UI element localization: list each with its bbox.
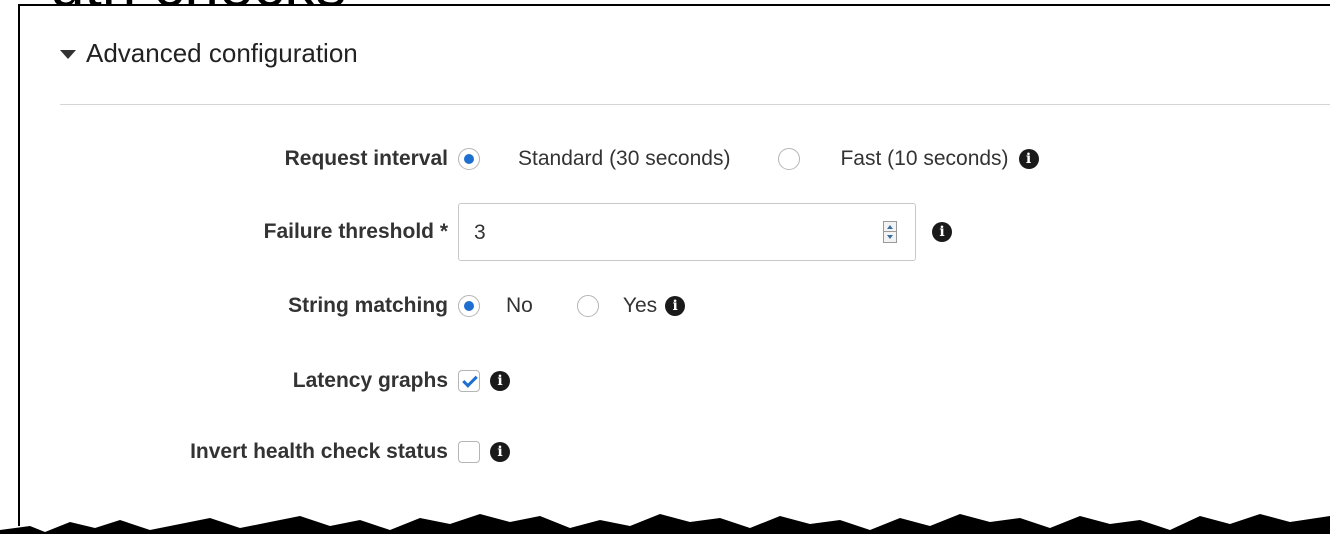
- failure-threshold-value[interactable]: 3: [474, 204, 486, 262]
- latency-graphs-checkbox[interactable]: [458, 370, 480, 392]
- latency-graphs-label: Latency graphs: [292, 369, 448, 392]
- radio-no[interactable]: [458, 295, 480, 317]
- number-spinner[interactable]: [883, 221, 897, 243]
- radio-fast-label[interactable]: Fast (10 seconds): [840, 147, 1008, 171]
- request-interval-label: Request interval: [284, 147, 448, 170]
- string-matching-controls: No Yes i: [458, 286, 686, 326]
- radio-standard-label[interactable]: Standard (30 seconds): [518, 147, 730, 171]
- radio-standard[interactable]: [458, 148, 480, 170]
- screenshot-stage: gth checks Advanced configuration Reques…: [0, 0, 1330, 534]
- invert-status-controls: i: [458, 432, 510, 472]
- latency-graphs-row: Latency graphs i: [20, 361, 1330, 401]
- torn-edge-decoration: [0, 514, 1330, 534]
- invert-status-label: Invert health check status: [190, 440, 448, 463]
- failure-threshold-controls: 3 i: [458, 202, 952, 262]
- string-matching-row: String matching No Yes i: [20, 286, 1330, 326]
- info-icon[interactable]: i: [490, 442, 510, 462]
- spinner-down-icon[interactable]: [887, 235, 893, 239]
- info-icon[interactable]: i: [1018, 149, 1039, 169]
- radio-no-label[interactable]: No: [506, 294, 533, 318]
- spinner-divider: [884, 231, 896, 232]
- advanced-configuration-panel: Advanced configuration Request interval …: [18, 4, 1330, 526]
- panel-title: Advanced configuration: [86, 38, 358, 68]
- caret-down-icon: [60, 50, 76, 59]
- invert-status-checkbox[interactable]: [458, 441, 480, 463]
- spinner-up-icon[interactable]: [887, 225, 893, 229]
- radio-yes[interactable]: [576, 295, 599, 317]
- radio-fast[interactable]: [778, 148, 801, 170]
- failure-threshold-label: Failure threshold *: [263, 220, 448, 243]
- request-interval-controls: Standard (30 seconds) Fast (10 seconds) …: [458, 139, 1039, 179]
- info-icon[interactable]: i: [665, 296, 686, 316]
- info-icon[interactable]: i: [490, 371, 510, 391]
- advanced-configuration-toggle[interactable]: Advanced configuration: [60, 38, 358, 69]
- request-interval-row: Request interval Standard (30 seconds) F…: [20, 139, 1330, 179]
- failure-threshold-input[interactable]: 3: [458, 203, 916, 261]
- latency-graphs-controls: i: [458, 361, 510, 401]
- string-matching-label: String matching: [288, 294, 448, 317]
- failure-threshold-row: Failure threshold * 3 i: [20, 203, 1330, 261]
- radio-yes-label[interactable]: Yes: [623, 294, 657, 318]
- info-icon[interactable]: i: [932, 222, 952, 242]
- invert-status-row: Invert health check status i: [20, 432, 1330, 472]
- panel-divider: [60, 104, 1330, 105]
